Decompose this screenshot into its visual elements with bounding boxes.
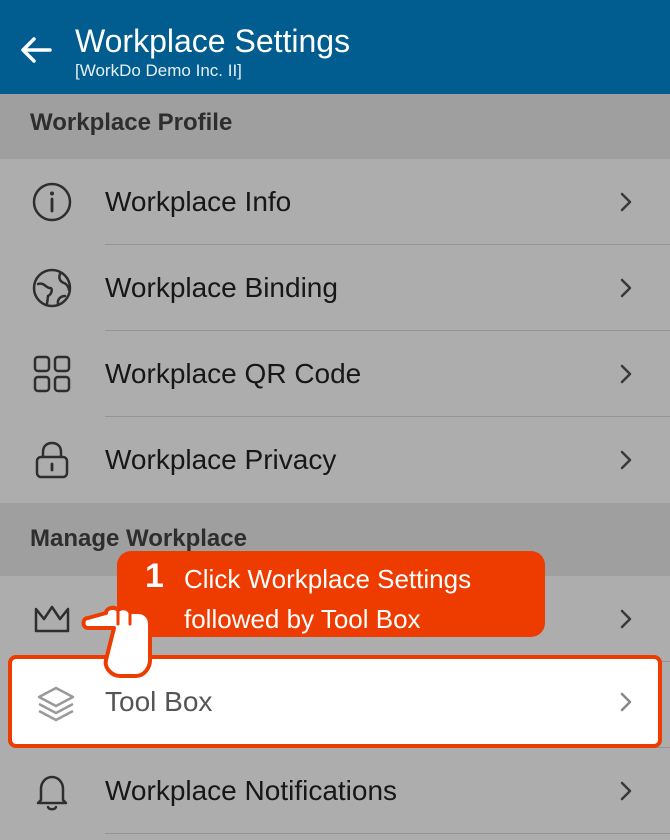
tutorial-text-line-2: followed by Tool Box xyxy=(184,604,421,634)
info-icon xyxy=(32,182,72,222)
chevron-right-icon xyxy=(620,192,632,212)
layers-icon xyxy=(37,686,75,722)
chevron-right-icon xyxy=(620,278,632,298)
app-bar: Workplace Settings [WorkDo Demo Inc. II] xyxy=(0,0,670,94)
workplace-notifications-label: Workplace Notifications xyxy=(105,775,398,806)
qr-code-icon xyxy=(33,355,71,393)
workplace-notifications-item[interactable]: Workplace Notifications xyxy=(0,748,670,834)
section-header-workplace-profile: Workplace Profile xyxy=(0,94,670,159)
chevron-right-icon xyxy=(620,364,632,384)
tutorial-tooltip: 1 Click Workplace Settings followed by T… xyxy=(117,551,545,637)
back-button[interactable] xyxy=(14,28,58,72)
workplace-privacy-item[interactable]: Workplace Privacy xyxy=(0,417,670,503)
workplace-name: [WorkDo Demo Inc. II] xyxy=(75,61,242,80)
workplace-binding-label: Workplace Binding xyxy=(105,272,338,303)
arrow-left-icon xyxy=(21,37,52,63)
bell-icon xyxy=(36,775,68,811)
chevron-right-icon xyxy=(620,692,632,712)
chevron-right-icon xyxy=(620,450,632,470)
tutorial-text: Click Workplace Settings followed by Too… xyxy=(184,559,471,639)
page-title: Workplace Settings xyxy=(75,23,351,59)
workplace-info-label: Workplace Info xyxy=(105,186,292,217)
workplace-qr-code-item[interactable]: Workplace QR Code xyxy=(0,331,670,417)
crown-icon xyxy=(34,605,70,633)
lock-icon xyxy=(35,441,69,479)
workplace-privacy-label: Workplace Privacy xyxy=(105,444,337,475)
pointing-hand-icon xyxy=(81,605,152,678)
globe-icon xyxy=(32,268,72,308)
tutorial-text-line-1: Click Workplace Settings xyxy=(184,564,472,594)
workplace-info-item[interactable]: Workplace Info xyxy=(0,159,670,245)
workplace-qr-code-label: Workplace QR Code xyxy=(105,358,362,389)
chevron-right-icon xyxy=(620,609,632,629)
chevron-right-icon xyxy=(620,781,632,801)
workplace-binding-item[interactable]: Workplace Binding xyxy=(0,245,670,331)
divider xyxy=(105,833,670,834)
